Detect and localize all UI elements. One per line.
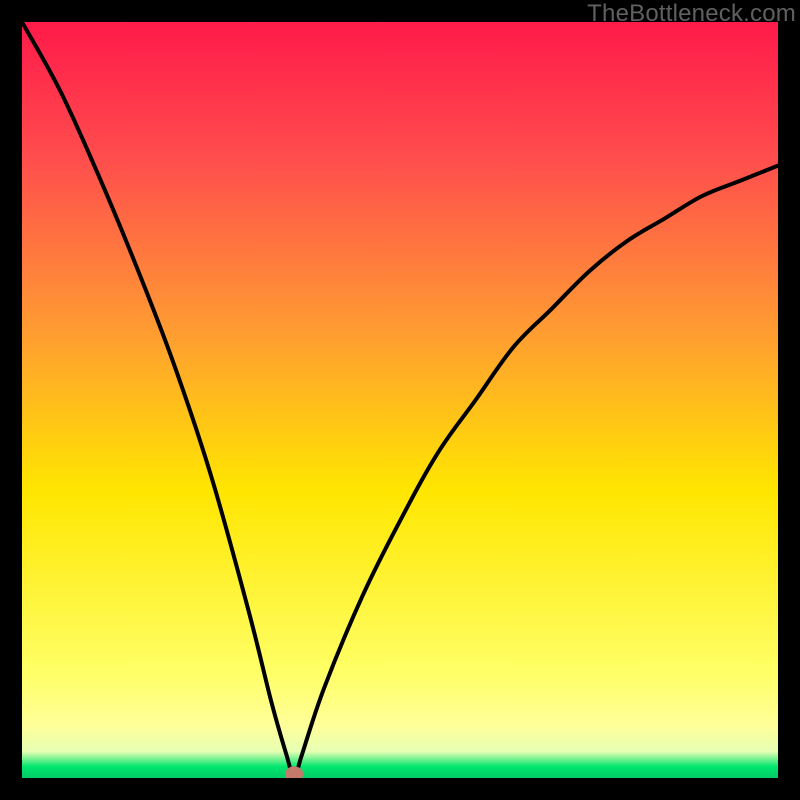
chart-svg [22,22,778,778]
chart-container: { "watermark": "TheBottleneck.com", "cha… [0,0,800,800]
chart-frame [0,0,800,800]
watermark: TheBottleneck.com [587,0,796,28]
plot-area [22,22,778,778]
gradient-background [22,22,778,778]
